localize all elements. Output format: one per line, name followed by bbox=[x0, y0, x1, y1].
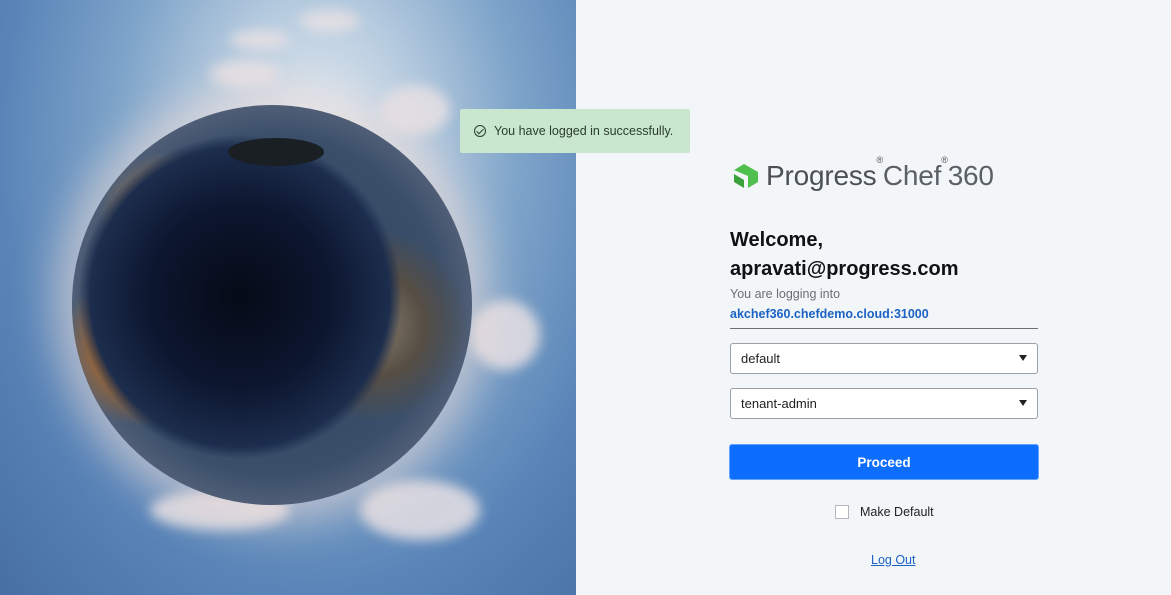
brand-name: Progress®Chef®360 bbox=[766, 154, 994, 191]
hero-image bbox=[0, 0, 576, 595]
chevron-down-icon bbox=[1019, 355, 1027, 361]
organization-select[interactable]: default bbox=[730, 343, 1038, 374]
success-toast: You have logged in successfully. bbox=[460, 109, 690, 153]
progress-logo-icon bbox=[734, 164, 758, 188]
role-select[interactable]: tenant-admin bbox=[730, 388, 1038, 419]
make-default-checkbox[interactable] bbox=[835, 505, 849, 519]
logging-into-label: You are logging into bbox=[730, 287, 841, 301]
brand-logo: Progress®Chef®360 bbox=[730, 154, 994, 192]
island-shape bbox=[228, 138, 324, 166]
brand-version: 360 bbox=[947, 160, 994, 191]
proceed-button[interactable]: Proceed bbox=[729, 444, 1039, 480]
user-email: apravati@progress.com bbox=[730, 258, 959, 280]
divider bbox=[730, 328, 1038, 329]
welcome-line: Welcome, bbox=[730, 229, 823, 251]
chevron-down-icon bbox=[1019, 400, 1027, 406]
make-default-label: Make Default bbox=[860, 505, 934, 519]
welcome-heading: Welcome, apravati@progress.com bbox=[730, 226, 958, 284]
organization-select-value: default bbox=[741, 351, 781, 366]
make-default-option[interactable]: Make Default bbox=[835, 505, 934, 519]
role-select-value: tenant-admin bbox=[741, 396, 817, 411]
toast-message: You have logged in successfully. bbox=[494, 124, 674, 138]
brand-product: Chef bbox=[882, 160, 942, 191]
check-circle-icon bbox=[474, 125, 486, 137]
brand-progress: Progress bbox=[766, 160, 877, 191]
server-host: akchef360.chefdemo.cloud:31000 bbox=[730, 307, 929, 321]
logout-link[interactable]: Log Out bbox=[871, 553, 915, 567]
